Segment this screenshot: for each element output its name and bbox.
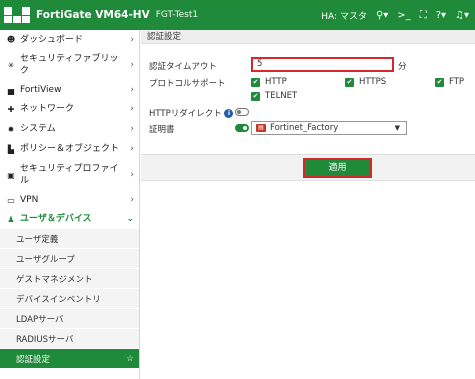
sidebar-item-label: ポリシー＆オブジェクト: [20, 144, 120, 154]
checkbox-checked-icon: ✔: [435, 77, 444, 87]
sidebar: ☻ ダッシュボード › ✳ セキュリティファブリック › ▅ FortiView…: [0, 30, 140, 379]
ha-status[interactable]: HA: マスタ: [321, 9, 367, 22]
main-content: 認証設定 認証タイムアウト 5 分 プロトコルサポート ✔ HTTP ✔ HTT…: [141, 30, 475, 379]
sidebar-item-fortiview[interactable]: ▅ FortiView ›: [0, 81, 139, 99]
terminal-icon[interactable]: >_: [397, 10, 410, 21]
http-redirect-label: HTTPリダイレクト i: [149, 107, 234, 119]
telnet-checkbox-label: TELNET: [265, 91, 298, 101]
dashboard-icon: ☻: [6, 35, 16, 44]
sidebar-item-label: システム: [20, 124, 56, 134]
fortiview-icon: ▅: [7, 85, 15, 95]
sidebar-item-vpn[interactable]: ▭ VPN ›: [0, 191, 139, 209]
timeout-input[interactable]: 5: [251, 57, 394, 72]
sidebar-subitem-radius-servers[interactable]: RADIUSサーバ: [0, 329, 139, 349]
http-checkbox-label: HTTP: [265, 77, 287, 87]
checkbox-checked-icon: ✔: [345, 77, 354, 87]
sidebar-subitem-user-groups[interactable]: ユーザグループ: [0, 249, 139, 269]
sidebar-subitem-label: ゲストマネジメント: [16, 274, 93, 285]
http-checkbox[interactable]: ✔ HTTP: [251, 77, 287, 87]
https-checkbox-label: HTTPS: [359, 77, 387, 87]
chevron-right-icon: ›: [130, 170, 134, 180]
sidebar-subitem-label: 認証設定: [16, 354, 51, 365]
sidebar-item-network[interactable]: ✚ ネットワーク ›: [0, 99, 139, 119]
user-icon: ♟: [7, 214, 15, 224]
checkbox-checked-icon: ✔: [251, 91, 260, 101]
apply-button[interactable]: 適用: [303, 158, 372, 178]
sidebar-item-label: ユーザ＆デバイス: [20, 214, 92, 224]
certificate-label: 証明書: [149, 125, 175, 135]
search-icon[interactable]: ⚲▾: [376, 10, 388, 21]
sidebar-subitem-auth-settings[interactable]: 認証設定 ☆: [0, 349, 139, 369]
chevron-right-icon: ›: [130, 60, 134, 70]
certificate-value: Fortinet_Factory: [270, 123, 339, 133]
sidebar-subitem-label: ユーザグループ: [16, 254, 75, 265]
hostname: FGT-Test1: [155, 10, 199, 20]
timeout-label: 認証タイムアウト: [149, 62, 217, 72]
chevron-right-icon: ›: [130, 195, 134, 205]
sidebar-subitem-label: ユーザ定義: [16, 234, 59, 245]
checkbox-checked-icon: ✔: [251, 77, 260, 87]
sidebar-subitem-label: デバイスインベントリ: [16, 294, 101, 305]
certificate-icon: ▤: [256, 124, 266, 132]
sidebar-item-label: FortiView: [20, 85, 62, 95]
top-bar: FortiGate VM64-HV FGT-Test1 HA: マスタ ⚲▾ >…: [0, 0, 475, 30]
certificate-toggle[interactable]: [235, 124, 249, 132]
toggle-knob: [243, 126, 247, 130]
sidebar-item-dashboard[interactable]: ☻ ダッシュボード ›: [0, 30, 139, 49]
chevron-right-icon: ›: [130, 104, 134, 114]
info-icon[interactable]: i: [224, 109, 234, 118]
timeout-unit: 分: [398, 62, 407, 72]
fullscreen-icon[interactable]: ⛶: [420, 10, 427, 21]
policy-icon: ▙: [7, 144, 15, 154]
chevron-right-icon: ›: [130, 85, 134, 95]
chevron-right-icon: ›: [130, 34, 134, 45]
lock-icon: ▣: [7, 170, 15, 180]
sidebar-subitem-user-definition[interactable]: ユーザ定義: [0, 229, 139, 249]
certificate-select[interactable]: ▤ Fortinet_Factory ▼: [251, 121, 407, 135]
network-icon: ✚: [7, 104, 15, 114]
fortinet-logo-icon: [4, 7, 30, 23]
sidebar-item-label: ダッシュボード: [20, 34, 84, 45]
bell-icon[interactable]: ♫▾: [455, 10, 469, 21]
top-bar-actions: HA: マスタ ⚲▾ >_ ⛶ ?▾ ♫▾: [321, 0, 469, 30]
chevron-down-icon: ⌄: [126, 214, 134, 224]
sidebar-item-label: セキュリティプロファイル: [20, 164, 119, 186]
sidebar-subitem-guest-management[interactable]: ゲストマネジメント: [0, 269, 139, 289]
page-title: 認証設定: [141, 30, 475, 44]
sidebar-subitem-label: LDAPサーバ: [16, 314, 64, 325]
sidebar-item-security-fabric[interactable]: ✳ セキュリティファブリック ›: [0, 49, 139, 81]
sidebar-item-label: セキュリティファブリック: [20, 54, 119, 76]
sidebar-subitem-device-inventory[interactable]: デバイスインベントリ: [0, 289, 139, 309]
sidebar-item-policy[interactable]: ▙ ポリシー＆オブジェクト ›: [0, 139, 139, 159]
ftp-checkbox-label: FTP: [449, 77, 465, 87]
caret-down-icon: ▼: [394, 124, 400, 132]
sidebar-item-user-device[interactable]: ♟ ユーザ＆デバイス ⌄: [0, 209, 139, 229]
chevron-right-icon: ›: [130, 144, 134, 154]
sidebar-item-security-profiles[interactable]: ▣ セキュリティプロファイル ›: [0, 159, 139, 191]
sidebar-item-label: ネットワーク: [20, 104, 75, 114]
telnet-checkbox[interactable]: ✔ TELNET: [251, 91, 297, 101]
product-name: FortiGate VM64-HV: [36, 9, 150, 21]
sidebar-subitem-ldap-servers[interactable]: LDAPサーバ: [0, 309, 139, 329]
ftp-checkbox[interactable]: ✔ FTP: [435, 77, 464, 87]
https-checkbox[interactable]: ✔ HTTPS: [345, 77, 386, 87]
chevron-right-icon: ›: [130, 124, 134, 134]
http-redirect-label-text: HTTPリダイレクト: [149, 109, 222, 119]
sidebar-item-label: VPN: [20, 195, 39, 205]
http-redirect-toggle[interactable]: [235, 108, 249, 116]
star-icon[interactable]: ☆: [126, 354, 134, 364]
toggle-knob: [237, 110, 241, 114]
sidebar-item-system[interactable]: ✹ システム ›: [0, 119, 139, 139]
protocol-support-label: プロトコルサポート: [149, 79, 226, 89]
fabric-icon: ✳: [7, 60, 15, 70]
help-icon[interactable]: ?▾: [436, 10, 446, 21]
gear-icon: ✹: [7, 124, 15, 134]
sidebar-subitem-label: RADIUSサーバ: [16, 334, 74, 345]
vpn-icon: ▭: [7, 195, 15, 205]
